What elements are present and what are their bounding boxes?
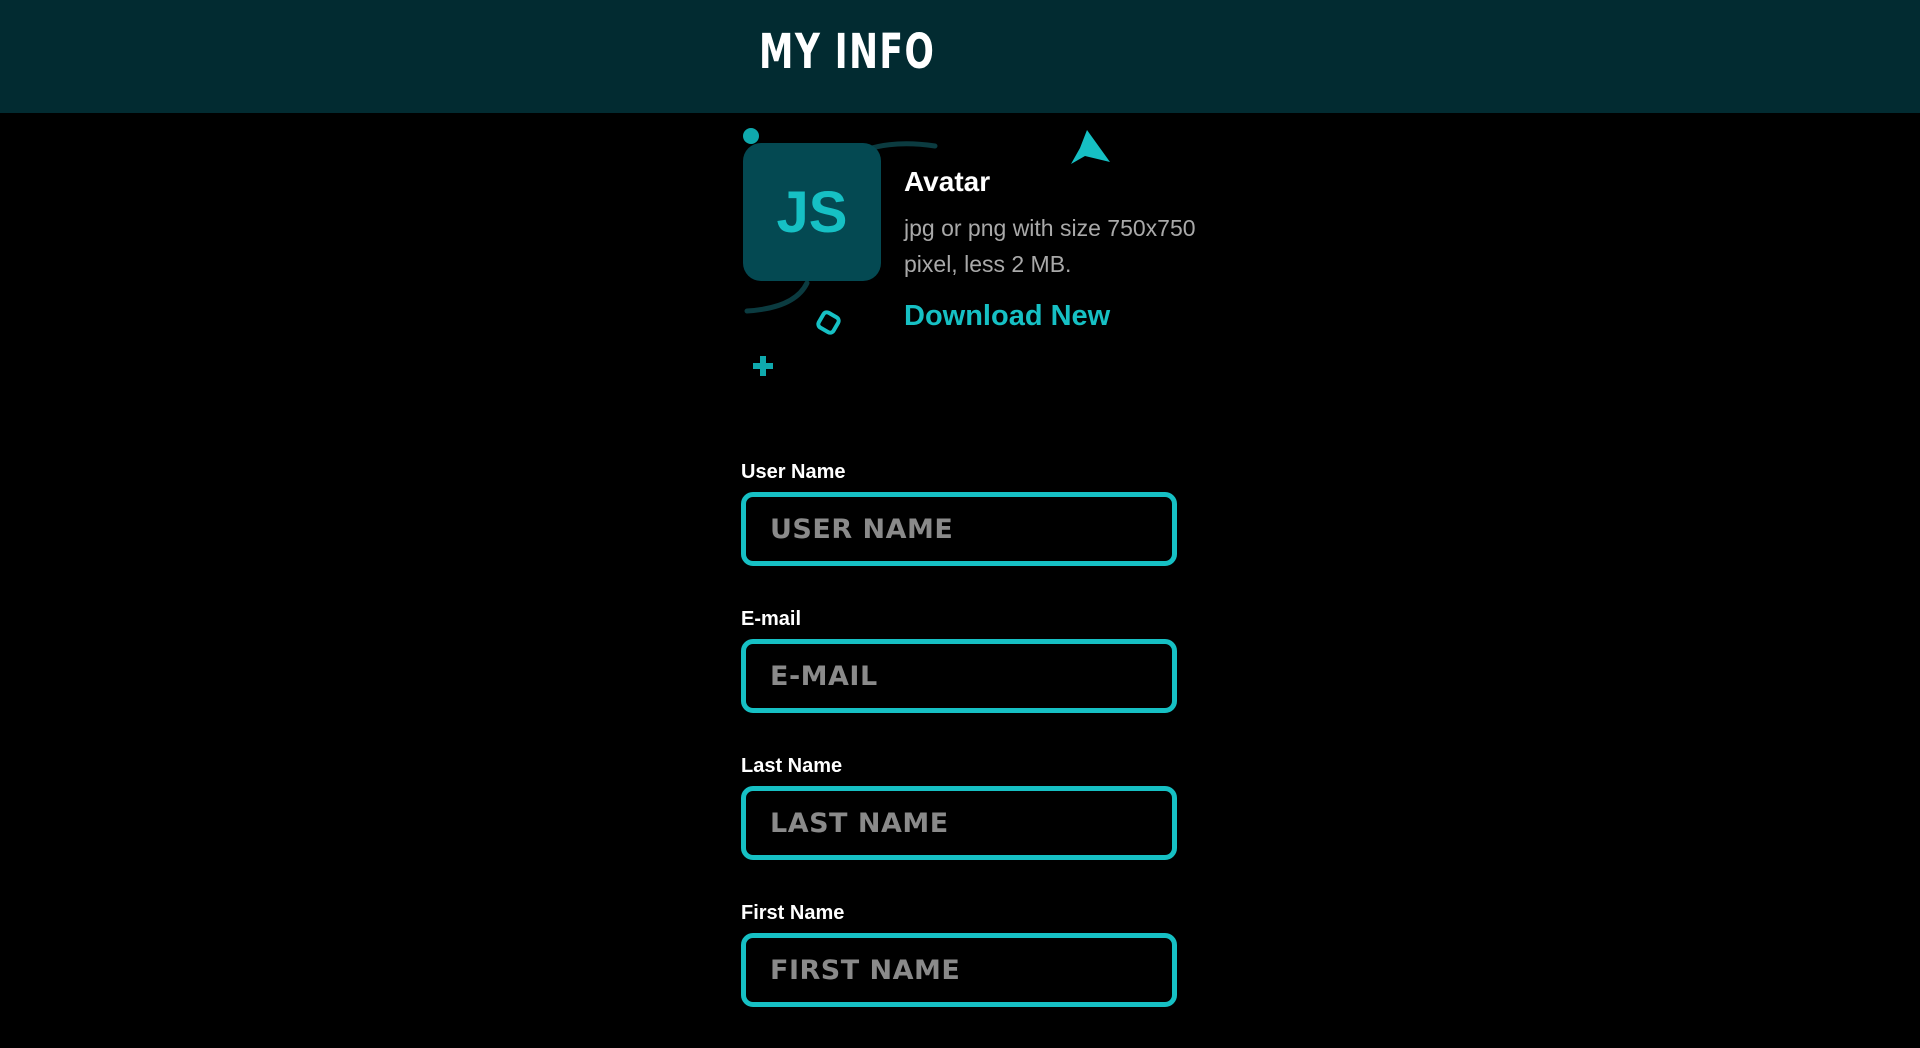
avatar-description: jpg or png with size 750x750 pixel, less… — [904, 215, 1196, 277]
arc-icon — [744, 280, 810, 314]
first-name-field-group: First Name — [741, 901, 1177, 1048]
user-name-field-group: User Name — [741, 460, 1177, 607]
avatar-title: Avatar — [904, 166, 991, 197]
avatar: JS — [743, 143, 881, 281]
last-name-label: Last Name — [741, 755, 843, 777]
arrow-icon — [1071, 130, 1110, 164]
ring-icon — [816, 310, 841, 335]
dot-icon — [743, 128, 759, 144]
user-name-input[interactable] — [741, 492, 1177, 566]
email-field-group: E-mail — [741, 607, 1177, 754]
download-new-link[interactable]: Download New — [904, 300, 1110, 333]
first-name-input[interactable] — [741, 933, 1177, 1007]
page-title: MY INFO — [759, 24, 936, 80]
last-name-field-group: Last Name — [741, 754, 1177, 901]
first-name-label: First Name — [741, 902, 845, 924]
my-info-form: User Name E-mail Last Name First Name — [741, 460, 1177, 1048]
last-name-input[interactable] — [741, 786, 1177, 860]
plus-icon — [753, 356, 773, 376]
avatar-section: JS Avatar jpg or png with size 750x750 p… — [735, 118, 1205, 388]
email-label: E-mail — [741, 608, 802, 630]
email-input[interactable] — [741, 639, 1177, 713]
user-name-label: User Name — [741, 461, 846, 483]
header-bar: MY INFO — [0, 0, 1920, 113]
